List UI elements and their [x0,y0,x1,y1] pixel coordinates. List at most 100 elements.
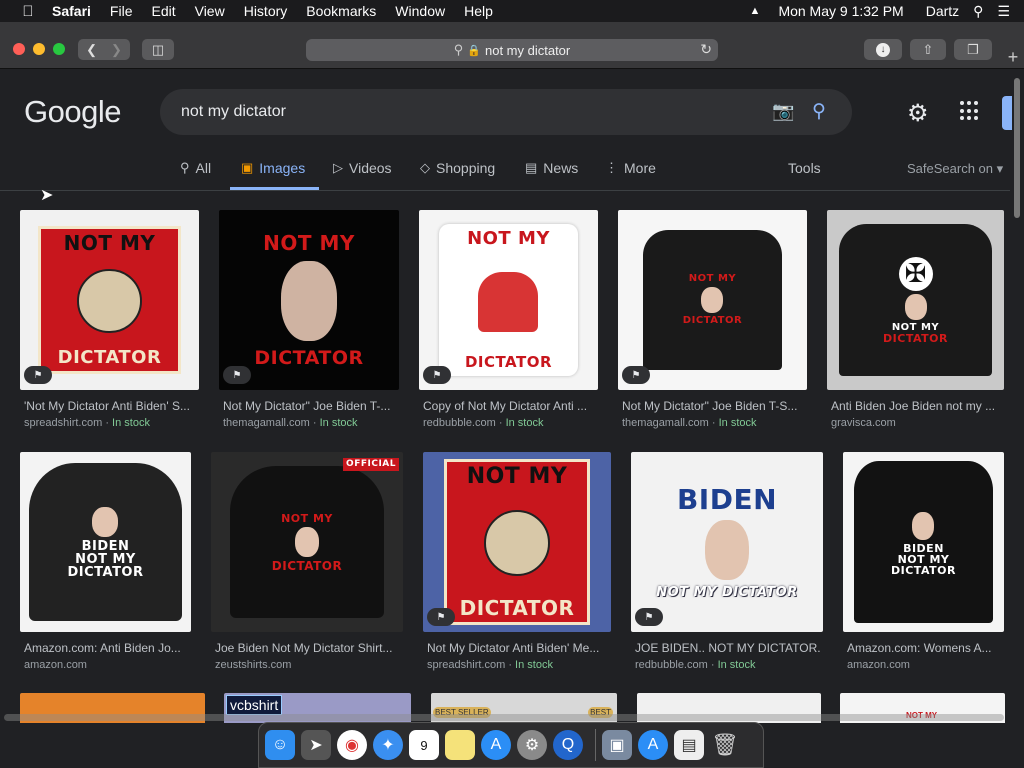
back-forward-buttons[interactable]: ❮ ❯ [78,39,130,60]
result-source[interactable]: spreadshirt.com · In stock [427,659,553,671]
apps-grid-icon[interactable] [960,101,980,121]
result-source[interactable]: zeustshirts.com [215,659,291,671]
forward-icon[interactable]: ❯ [111,42,122,58]
result-title[interactable]: Not My Dictator" Joe Biden T-S... [622,399,804,413]
chrome-icon[interactable]: ◉ [337,730,367,760]
result-source[interactable]: redbubble.com · In stock [423,417,543,429]
image-result[interactable]: NOT MY DICTATOR ⚑ 'Not My Dictator Anti … [20,210,200,440]
source-domain: themagamall.com [223,417,310,429]
safari-icon[interactable]: ✦ [373,730,403,760]
result-source[interactable]: amazon.com [24,659,87,671]
result-source[interactable]: amazon.com [847,659,910,671]
system-preferences-icon[interactable]: ⚙ [517,730,547,760]
downloads-button[interactable]: ↓ [864,39,902,60]
menu-window[interactable]: Window [395,3,445,19]
result-title[interactable]: Amazon.com: Anti Biden Jo... [24,641,190,655]
portrait-graphic [904,293,927,320]
image-result[interactable]: OFFICIAL NOT MY DICTATOR Joe Biden Not M… [211,452,404,682]
image-result[interactable]: BIDEN NOT MY DICTATOR ⚑ JOE BIDEN.. NOT … [631,452,824,682]
result-thumbnail[interactable]: NOT MY DICTATOR [219,210,399,390]
tab-images[interactable]: ▣ Images [241,160,305,176]
app-store-icon[interactable]: A [481,730,511,760]
safesearch-toggle[interactable]: SafeSearch on ▾ [907,161,1003,177]
apple-menu-icon[interactable]:  [18,3,38,20]
calendar-icon[interactable]: 9 [409,730,439,760]
image-result[interactable]: NOT MY DICTATOR ⚑ Not My Dictator" Joe B… [618,210,808,440]
clock[interactable]: Mon May 9 1:32 PM [778,3,903,19]
zoom-window-button[interactable] [53,43,65,55]
vertical-scrollbar-thumb[interactable] [1014,78,1020,218]
result-thumbnail[interactable]: NOT MY DICTATOR [618,210,807,390]
search-icon[interactable]: ⚲ [812,100,826,123]
result-thumbnail[interactable]: BIDEN NOT MY DICTATOR [20,452,191,632]
notes-icon[interactable] [445,730,475,760]
horizontal-scrollbar[interactable] [4,714,1004,721]
preview-icon[interactable]: ▣ [602,730,632,760]
sign-in-button[interactable] [1002,96,1012,130]
result-title[interactable]: Copy of Not My Dictator Anti ... [423,399,595,413]
result-source[interactable]: redbubble.com · In stock [635,659,755,671]
result-title[interactable]: Amazon.com: Womens A... [847,641,1005,655]
result-thumbnail[interactable]: OFFICIAL NOT MY DICTATOR [211,452,403,632]
tools-button[interactable]: Tools [788,160,821,176]
user-name[interactable]: Dartz [926,3,959,19]
menu-bookmarks[interactable]: Bookmarks [306,3,376,19]
image-result[interactable]: BIDEN NOT MY DICTATOR Amazon.com: Anti B… [20,452,192,682]
document-icon[interactable]: ▤ [674,730,704,760]
result-title[interactable]: JOE BIDEN.. NOT MY DICTATOR... [635,641,821,655]
finder-icon[interactable]: ☺ [265,730,295,760]
result-thumbnail[interactable]: BIDEN NOT MY DICTATOR [843,452,1004,632]
tab-all[interactable]: ⚲ All [180,160,211,176]
image-result[interactable]: NOT MY DICTATOR ⚑ Copy of Not My Dictato… [419,210,599,440]
result-thumbnail[interactable]: NOT MY DICTATOR [419,210,598,390]
menu-file[interactable]: File [110,3,133,19]
image-result[interactable]: NOT MY DICTATOR ⚑ Not My Dictator" Joe B… [219,210,399,440]
result-thumbnail[interactable]: NOT MY DICTATOR [20,210,199,390]
close-window-button[interactable] [13,43,25,55]
control-center-icon[interactable]: ☰ [997,3,1010,20]
result-title[interactable]: Anti Biden Joe Biden not my ... [831,399,1003,413]
back-icon[interactable]: ❮ [86,42,97,58]
image-result[interactable]: ✠ NOT MY DICTATOR Anti Biden Joe Biden n… [827,210,1005,440]
launchpad-icon[interactable]: ➤ [301,730,331,760]
result-thumbnail[interactable]: BIDEN NOT MY DICTATOR [631,452,823,632]
menu-app-name[interactable]: Safari [52,3,91,19]
app-store-download-icon[interactable]: A [638,730,668,760]
reload-icon[interactable]: ↻ [700,41,712,58]
result-source[interactable]: themagamall.com · In stock [223,417,358,429]
image-result[interactable]: BIDEN NOT MY DICTATOR Amazon.com: Womens… [843,452,1005,682]
menu-edit[interactable]: Edit [151,3,175,19]
camera-icon[interactable]: 📷 [772,101,794,122]
result-source[interactable]: spreadshirt.com · In stock [24,417,150,429]
tab-shopping[interactable]: ◇ Shopping [420,160,495,176]
tab-videos[interactable]: ▷ Videos [333,160,392,176]
sidebar-button[interactable]: ◫ [142,39,174,60]
result-title[interactable]: Not My Dictator" Joe Biden T-... [223,399,395,413]
result-source[interactable]: themagamall.com · In stock [622,417,757,429]
settings-gear-icon[interactable]: ⚙ [907,99,929,128]
search-input[interactable]: not my dictator [181,103,286,121]
address-bar[interactable]: ⚲ 🔒 not my dictator ↻ [306,39,718,61]
menu-help[interactable]: Help [464,3,493,19]
image-result[interactable]: NOT MY DICTATOR ⚑ Not My Dictator Anti B… [423,452,612,682]
new-tab-icon[interactable]: + [1002,46,1024,68]
search-box[interactable]: not my dictator 📷 ⚲ [160,89,852,135]
minimize-window-button[interactable] [33,43,45,55]
result-source[interactable]: gravisca.com [831,417,896,429]
eject-icon[interactable]: ▲ [750,5,761,17]
result-title[interactable]: Joe Biden Not My Dictator Shirt... [215,641,401,655]
result-thumbnail[interactable]: ✠ NOT MY DICTATOR [827,210,1004,390]
google-logo[interactable]: Google [24,94,121,130]
quicktime-icon[interactable]: Q [553,730,583,760]
menu-view[interactable]: View [195,3,225,19]
menu-history[interactable]: History [244,3,288,19]
tabs-overview-button[interactable]: ❐ [954,39,992,60]
tab-news[interactable]: ▤ News [525,160,578,176]
result-thumbnail[interactable]: NOT MY DICTATOR [423,452,611,632]
spotlight-icon[interactable]: ⚲ [973,3,983,20]
trash-icon[interactable]: 🗑 [710,730,740,760]
share-button[interactable]: ⇧ [910,39,946,60]
result-title[interactable]: Not My Dictator Anti Biden' Me... [427,641,609,655]
result-title[interactable]: 'Not My Dictator Anti Biden' S... [24,399,196,413]
tab-more[interactable]: ⋮ More [605,160,656,176]
